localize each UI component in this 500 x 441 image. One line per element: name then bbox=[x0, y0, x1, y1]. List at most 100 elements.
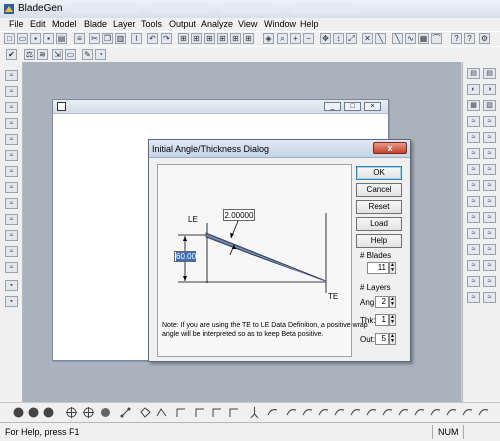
ok-button[interactable]: OK bbox=[356, 166, 402, 180]
wave-icon[interactable] bbox=[398, 407, 409, 418]
tool-icon[interactable]: ◑ bbox=[483, 84, 496, 95]
wave-icon[interactable] bbox=[267, 407, 278, 418]
menu-analyze[interactable]: Analyze bbox=[201, 19, 233, 29]
edit-icon[interactable]: ✕ bbox=[362, 33, 373, 44]
redo-icon[interactable]: ↷ bbox=[161, 33, 172, 44]
zoom-out-icon[interactable]: − bbox=[303, 33, 314, 44]
wave-icon[interactable] bbox=[430, 407, 441, 418]
blade-icon[interactable]: ⌇ bbox=[131, 33, 142, 44]
circle-icon[interactable] bbox=[13, 407, 24, 418]
undo-icon[interactable]: ↶ bbox=[147, 33, 158, 44]
tool-icon[interactable]: ≈ bbox=[483, 228, 496, 239]
gauge-icon[interactable]: ◔ bbox=[95, 49, 106, 60]
context-help-icon[interactable]: ? bbox=[464, 33, 475, 44]
tool-icon[interactable]: ≈ bbox=[483, 276, 496, 287]
settings-icon[interactable]: ⚙ bbox=[479, 33, 490, 44]
tool-icon[interactable]: ≈ bbox=[5, 70, 18, 81]
menu-edit[interactable]: Edit bbox=[30, 19, 46, 29]
tool-icon[interactable]: ≈ bbox=[467, 132, 480, 143]
dialog-close-button[interactable]: x bbox=[373, 142, 407, 154]
grid-icon[interactable]: ⊞ bbox=[204, 33, 215, 44]
wave-icon[interactable] bbox=[414, 407, 425, 418]
tool-icon[interactable]: ≈ bbox=[467, 228, 480, 239]
maximize-icon[interactable]: □ bbox=[344, 102, 361, 111]
tool-icon[interactable]: ≈ bbox=[483, 148, 496, 159]
target-icon[interactable] bbox=[66, 407, 77, 418]
tool-icon[interactable]: ≈ bbox=[5, 118, 18, 129]
help-icon[interactable]: ? bbox=[451, 33, 462, 44]
blades-spinner[interactable]: ▲ ▼ bbox=[389, 262, 396, 274]
close-icon[interactable]: × bbox=[364, 102, 381, 111]
shape-icon[interactable] bbox=[176, 407, 187, 418]
menu-blade[interactable]: Blade bbox=[84, 19, 107, 29]
window-icon[interactable]: ▭ bbox=[65, 49, 76, 60]
line-icon[interactable]: ╲ bbox=[392, 33, 403, 44]
help-button[interactable]: Help bbox=[356, 234, 402, 248]
tool-icon[interactable]: ≈ bbox=[483, 116, 496, 127]
shape-icon[interactable] bbox=[229, 407, 240, 418]
tool-icon[interactable]: ≈ bbox=[483, 164, 496, 175]
tool-icon[interactable]: ≈ bbox=[467, 292, 480, 303]
paste-icon[interactable]: ▥ bbox=[115, 33, 126, 44]
view-icon[interactable]: ◈ bbox=[263, 33, 274, 44]
line-icon[interactable]: ╲ bbox=[375, 33, 386, 44]
nodes-icon[interactable] bbox=[140, 407, 151, 418]
menu-tools[interactable]: Tools bbox=[141, 19, 162, 29]
minimize-icon[interactable]: _ bbox=[324, 102, 341, 111]
menu-view[interactable]: View bbox=[238, 19, 257, 29]
menu-model[interactable]: Model bbox=[52, 19, 77, 29]
tool-icon[interactable]: ▤ bbox=[483, 68, 496, 79]
tool-icon[interactable]: ≈ bbox=[467, 196, 480, 207]
layer-icon[interactable]: ≡ bbox=[74, 33, 85, 44]
edit-icon[interactable]: ✎ bbox=[82, 49, 93, 60]
tool-icon[interactable]: ≈ bbox=[467, 164, 480, 175]
circle-icon[interactable] bbox=[100, 407, 111, 418]
ang-layers-spinner[interactable]: ▲ ▼ bbox=[389, 296, 396, 308]
thk-layers-input[interactable]: 1 bbox=[375, 314, 389, 326]
tool-icon[interactable]: ≈ bbox=[5, 230, 18, 241]
menu-output[interactable]: Output bbox=[169, 19, 196, 29]
tool-icon[interactable]: ≈ bbox=[467, 180, 480, 191]
person-icon[interactable] bbox=[249, 407, 260, 418]
grid-icon[interactable]: ⊞ bbox=[178, 33, 189, 44]
grid-icon[interactable]: ⊞ bbox=[230, 33, 241, 44]
tool-icon[interactable]: ≈ bbox=[5, 86, 18, 97]
tool-icon[interactable]: ≈ bbox=[467, 212, 480, 223]
tool-icon[interactable]: ≈ bbox=[467, 244, 480, 255]
tool-icon[interactable]: ≈ bbox=[5, 182, 18, 193]
print-icon[interactable]: ▤ bbox=[56, 33, 67, 44]
scale-icon[interactable]: ⚖ bbox=[24, 49, 35, 60]
new-icon[interactable]: □ bbox=[4, 33, 15, 44]
tool-icon[interactable]: ≈ bbox=[5, 150, 18, 161]
copy-icon[interactable]: ❐ bbox=[102, 33, 113, 44]
curve-icon[interactable]: ⌒ bbox=[431, 33, 442, 44]
ang-layers-input[interactable]: 2 bbox=[375, 296, 389, 308]
tool-icon[interactable]: ≈ bbox=[5, 166, 18, 177]
circle-icon[interactable] bbox=[43, 407, 54, 418]
menu-help[interactable]: Help bbox=[300, 19, 319, 29]
wave-icon[interactable] bbox=[334, 407, 345, 418]
expand-icon[interactable]: ⇲ bbox=[52, 49, 63, 60]
blade-icon[interactable]: ≋ bbox=[37, 49, 48, 60]
shape-icon[interactable] bbox=[212, 407, 223, 418]
circle-icon[interactable] bbox=[28, 407, 39, 418]
open-icon[interactable]: ▭ bbox=[17, 33, 28, 44]
save-all-icon[interactable]: ▪ bbox=[43, 33, 54, 44]
tool-icon[interactable]: ≈ bbox=[467, 260, 480, 271]
out-layers-spinner[interactable]: ▲ ▼ bbox=[389, 333, 396, 345]
thickness-field[interactable]: 2.00000 bbox=[223, 209, 255, 221]
reset-button[interactable]: Reset bbox=[356, 200, 402, 214]
grid-icon[interactable]: ⊞ bbox=[191, 33, 202, 44]
wave-icon[interactable] bbox=[478, 407, 489, 418]
tool-icon[interactable]: ≈ bbox=[467, 276, 480, 287]
curve-icon[interactable]: ∿ bbox=[405, 33, 416, 44]
tool-icon[interactable]: ≈ bbox=[5, 134, 18, 145]
tool-icon[interactable]: ▦ bbox=[467, 100, 480, 111]
menu-file[interactable]: File bbox=[9, 19, 24, 29]
angle-field[interactable]: 60.00 bbox=[174, 251, 197, 262]
wave-icon[interactable] bbox=[382, 407, 393, 418]
tool-icon[interactable]: ▤ bbox=[467, 68, 480, 79]
grid-icon[interactable]: ⊞ bbox=[243, 33, 254, 44]
pan-icon[interactable]: ✥ bbox=[320, 33, 331, 44]
tool-icon[interactable]: ≈ bbox=[5, 246, 18, 257]
